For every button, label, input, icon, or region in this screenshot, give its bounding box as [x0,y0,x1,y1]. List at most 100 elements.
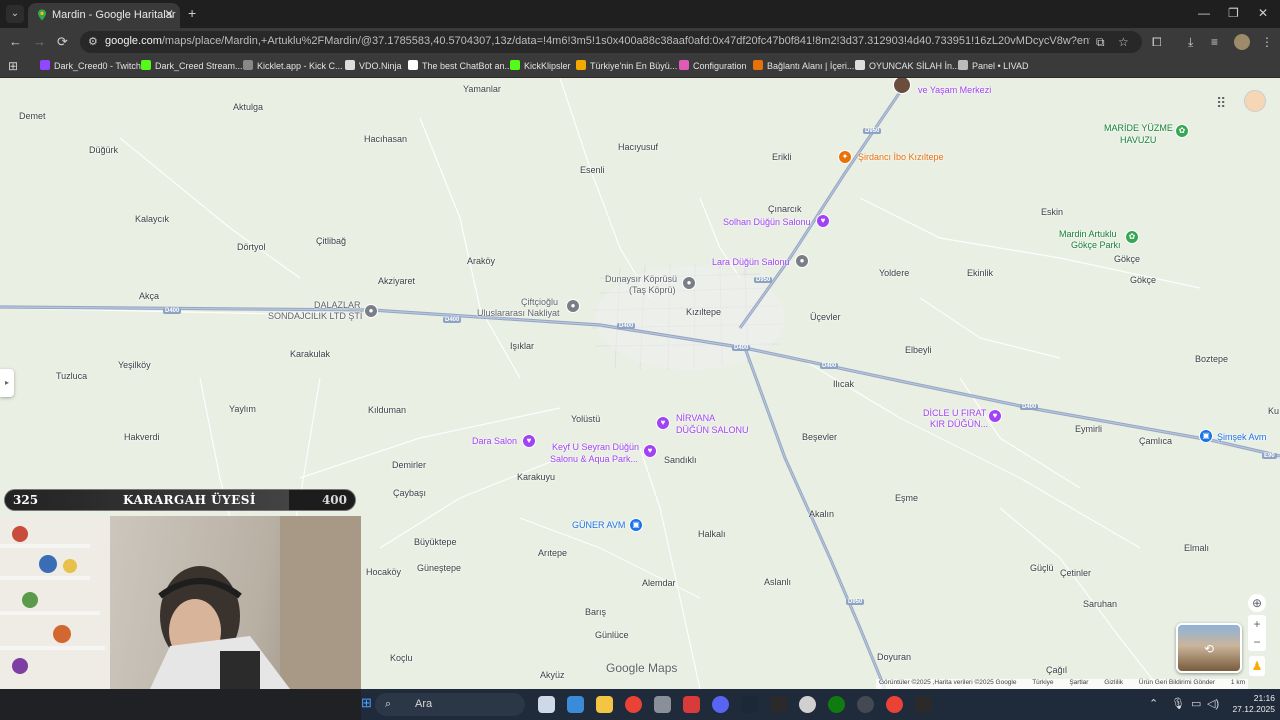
park-pin-icon[interactable]: ✿ [1175,124,1189,138]
landmark-pin-icon[interactable]: ● [682,276,696,290]
steam-icon[interactable] [741,696,758,713]
install-app-icon[interactable]: ⧉ [1096,35,1105,50]
close-window-icon[interactable]: ✕ [1258,6,1268,20]
tab-search-icon[interactable]: ⌄ [6,5,24,23]
poi-label[interactable]: NİRVANA [676,413,715,423]
poi-label[interactable]: DÜĞÜN SALONU [676,425,749,435]
browser-menu-icon[interactable]: ⋮ [1261,35,1273,49]
new-tab-button[interactable]: + [188,5,196,21]
poi-label[interactable]: GÜNER AVM [572,520,625,530]
start-icon[interactable]: ⊞ [361,695,372,711]
profile-avatar[interactable] [1234,34,1250,50]
app-box-icon[interactable] [654,696,671,713]
account-avatar[interactable] [1244,90,1266,112]
taskbar-search-box[interactable]: ⌕ Ara [375,693,525,716]
epic-games-2-icon[interactable] [915,696,932,713]
street-view-pegman-icon[interactable]: ♟ [1249,656,1265,676]
poi-label[interactable]: Uluslararası Nakliyat [477,308,560,318]
poi-label[interactable]: DALAZLAR [314,300,361,310]
wedding-venue-pin-icon[interactable]: ♥ [643,444,657,458]
business-pin-icon[interactable]: ● [364,304,378,318]
poi-label[interactable]: Çiftçioğlu [521,297,558,307]
epic-games-icon[interactable] [770,696,787,713]
download-icon[interactable]: ⤓ [1188,35,1193,50]
poi-label[interactable]: Dunaysır Köprüsü [605,274,677,284]
poi-label[interactable]: Solhan Düğün Salonu [723,217,811,227]
minimize-icon[interactable]: — [1198,6,1210,20]
microphone-icon[interactable]: 🎙 [1171,697,1185,710]
poi-label[interactable]: Dara Salon [472,436,517,446]
street-view-thumbnail[interactable]: ⟲ [1176,623,1242,673]
poi-label[interactable]: SONDAJCILIK LTD ŞTİ [268,311,362,321]
wedding-venue-pin-icon[interactable]: ♥ [988,409,1002,423]
my-location-icon[interactable]: ⊕ [1248,594,1266,612]
park-pin-icon[interactable]: ✿ [1125,230,1139,244]
bookmark-item[interactable]: Dark_Creed Stream... [141,60,243,71]
chrome-active-icon[interactable] [886,696,903,713]
close-tab-icon[interactable]: ✕ [164,7,174,21]
site-info-icon[interactable]: ⚙ [88,35,98,48]
attribution-terms[interactable]: Şartlar [1069,679,1088,686]
bookmark-item[interactable]: Configuration [679,60,747,71]
bookmark-item[interactable]: Türkiye'nin En Büyü... [576,60,677,71]
bookmark-item[interactable]: KickKlipsler [510,60,571,71]
map-scale[interactable]: 1 km [1231,679,1245,686]
shopping-pin-icon[interactable]: ▣ [1199,429,1213,443]
tray-overflow-icon[interactable]: ⌃ [1149,697,1158,710]
forward-icon[interactable]: → [33,34,46,49]
task-view-icon[interactable] [538,696,555,713]
xbox-icon[interactable] [828,696,845,713]
app-red-icon[interactable] [683,696,700,713]
poi-label[interactable]: ve Yaşam Merkezi [918,85,991,95]
bookmark-item[interactable]: VDO.Ninja [345,60,402,71]
back-icon[interactable]: ← [9,34,22,49]
bookmark-item[interactable]: Kicklet.app - Kick C... [243,60,343,71]
discord-icon[interactable] [712,696,729,713]
poi-label[interactable]: Salonu & Aqua Park... [550,454,638,464]
poi-label[interactable]: HAVUZU [1120,135,1156,145]
wedding-venue-pin-icon[interactable]: ♥ [816,214,830,228]
venue-pin-icon[interactable]: ● [795,254,809,268]
file-explorer-icon[interactable] [596,696,613,713]
zoom-out-icon[interactable]: − [1248,633,1266,651]
attribution-country[interactable]: Türkiye [1032,679,1053,686]
bookmark-item[interactable]: OYUNCAK SİLAH İn... [855,60,960,71]
store-icon[interactable] [567,696,584,713]
volume-icon[interactable]: ◁) [1207,697,1219,710]
zoom-in-icon[interactable]: + [1248,615,1266,633]
poi-label[interactable]: KIR DÜĞÜN... [930,419,988,429]
poi-label[interactable]: MARİDE YÜZME [1104,123,1173,133]
restaurant-pin-icon[interactable]: ✦ [838,150,852,164]
business-pin-icon[interactable]: ● [566,299,580,313]
bookmark-item[interactable]: The best ChatBot an... [408,60,512,71]
apps-grid-icon[interactable]: ⊞ [8,59,18,73]
poi-label[interactable]: Gökçe Parkı [1071,240,1121,250]
google-apps-icon[interactable]: ⠿ [1216,95,1226,112]
maximize-icon[interactable]: ❐ [1228,6,1239,20]
poi-label[interactable]: DİCLE U FIRAT [923,408,986,418]
obs-icon[interactable] [857,696,874,713]
poi-label[interactable]: (Taş Köprü) [629,285,676,295]
poi-label[interactable]: Keyf U Seyran Düğün [552,442,639,452]
openai-icon[interactable] [799,696,816,713]
poi-label[interactable]: Lara Düğün Salonu [712,257,790,267]
shopping-pin-icon[interactable]: ▣ [629,518,643,532]
poi-label[interactable]: Mardin Artuklu [1059,229,1117,239]
browser-tab-active[interactable]: Mardin - Google Haritalar ✕ [28,3,180,28]
address-bar[interactable]: ⚙ google.com/maps/place/Mardin,+Artuklu%… [80,31,1142,53]
extensions-icon[interactable]: ⧠ [1152,35,1162,50]
attribution-privacy[interactable]: Gizlilik [1104,679,1123,686]
network-icon[interactable]: ▭ [1191,697,1201,710]
bookmark-item[interactable]: Bağlantı Alanı | İçeri... [753,60,854,71]
expand-side-panel-icon[interactable]: ▸ [0,369,14,397]
bookmark-item[interactable]: Panel • LIVAD [958,60,1029,71]
bookmark-star-icon[interactable]: ☆ [1118,35,1129,49]
taskbar-clock[interactable]: 21:16 27.12.2025 [1227,693,1275,715]
poi-label[interactable]: Şimşek Avm [1217,432,1266,442]
poi-label[interactable]: Şirdancı İbo Kızıltepe [858,152,944,162]
attribution-feedback[interactable]: Ürün Geri Bildirimi Gönder [1139,679,1215,686]
chrome-icon[interactable] [625,696,642,713]
reload-icon[interactable]: ⟳ [57,34,68,50]
bookmark-item[interactable]: Dark_Creed0 - Twitch [40,60,141,71]
wedding-venue-pin-icon[interactable]: ♥ [522,434,536,448]
